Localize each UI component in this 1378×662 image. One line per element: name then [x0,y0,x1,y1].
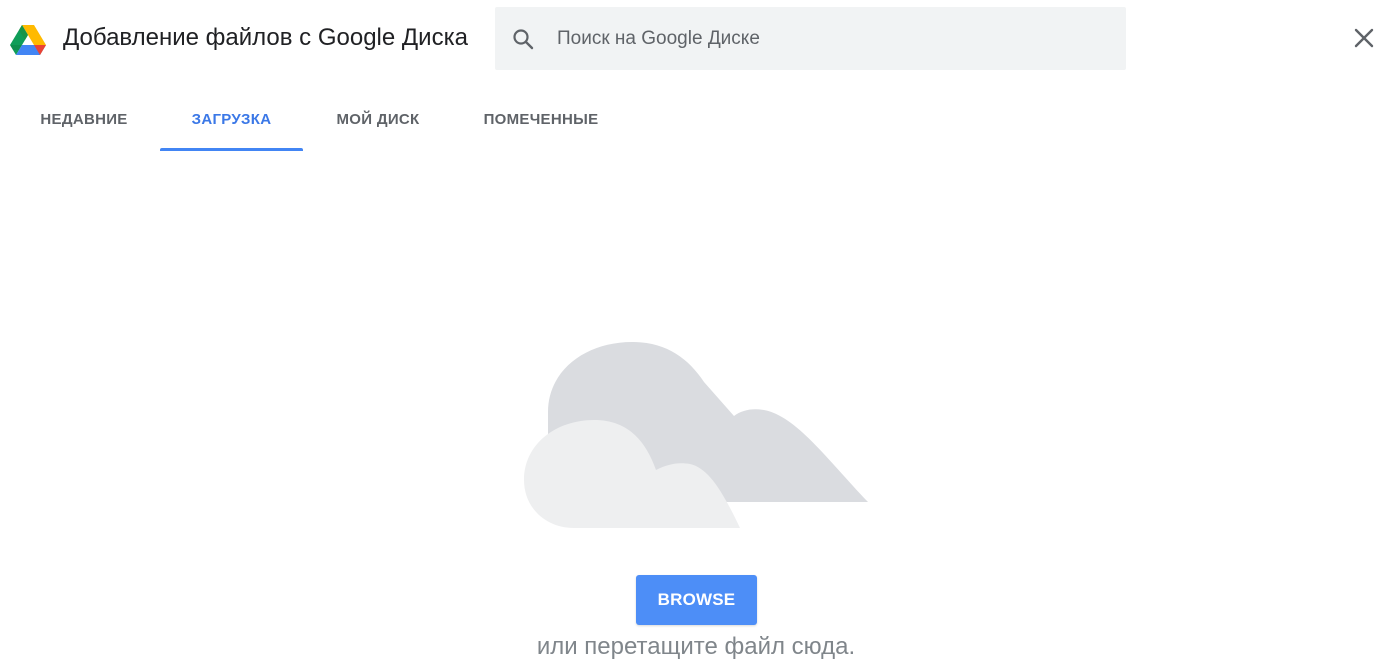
search-input[interactable] [557,23,1097,55]
google-drive-icon [10,23,46,55]
tab-my-drive[interactable]: МОЙ ДИСК [316,92,440,150]
drop-hint-text: или перетащите файл сюда. [536,633,856,660]
search-box[interactable] [495,7,1126,70]
search-icon[interactable] [511,27,535,51]
tab-upload[interactable]: ЗАГРУЗКА [160,92,303,150]
close-button[interactable] [1346,22,1378,58]
dialog-title: Добавление файлов с Google Диска [63,24,468,51]
google-drive-picker-dialog: Добавление файлов с Google Диска НЕДАВНИ… [0,0,1378,662]
tab-bar: НЕДАВНИЕ ЗАГРУЗКА МОЙ ДИСК ПОМЕЧЕННЫЕ [0,92,1378,152]
active-tab-indicator [160,148,303,151]
picker-header: Добавление файлов с Google Диска [0,0,1378,78]
close-icon[interactable] [1353,27,1375,54]
tab-recent[interactable]: НЕДАВНИЕ [24,92,144,150]
browse-button[interactable]: BROWSE [636,575,757,625]
cloud-icon [520,340,872,532]
tab-starred[interactable]: ПОМЕЧЕННЫЕ [462,92,620,150]
